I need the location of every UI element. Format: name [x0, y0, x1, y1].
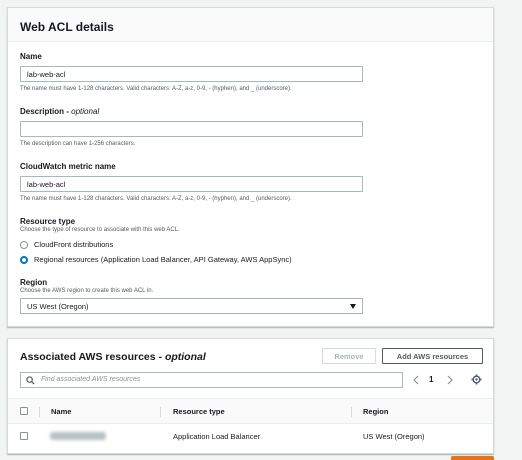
description-label: Description - optional — [20, 107, 100, 116]
region-hint: Choose the AWS region to create this web… — [20, 288, 154, 294]
row-checkbox[interactable] — [20, 432, 28, 440]
chevron-right-icon[interactable] — [447, 375, 453, 385]
column-header-region[interactable]: Region — [363, 407, 388, 416]
panel-header: Web ACL details — [8, 8, 493, 42]
metric-hint: The name must have 1-128 characters. Val… — [20, 196, 292, 202]
region-select-value: US West (Oregon) — [27, 302, 89, 311]
radio-label: CloudFront distributions — [34, 240, 114, 249]
region-select[interactable]: US West (Oregon) — [20, 298, 363, 314]
region-field-group: Region Choose the AWS region to create t… — [20, 278, 365, 314]
column-header-name[interactable]: Name — [51, 407, 71, 416]
row-region: US West (Oregon) — [363, 432, 425, 441]
redacted-resource-name — [50, 432, 106, 440]
add-aws-resources-button[interactable]: Add AWS resources — [382, 348, 483, 364]
name-hint: The name must have 1-128 characters. Val… — [20, 86, 292, 92]
chevron-left-icon[interactable] — [413, 375, 419, 385]
name-input[interactable]: lab-web-acl — [20, 66, 363, 82]
radio-cloudfront[interactable]: CloudFront distributions — [20, 240, 113, 249]
resource-type-group: Resource type Choose the type of resourc… — [20, 217, 365, 264]
select-all-checkbox[interactable] — [20, 407, 28, 415]
region-label: Region — [20, 278, 48, 287]
name-label: Name — [20, 52, 42, 61]
metric-name-input[interactable]: lab-web-acl — [20, 176, 363, 192]
metric-field-group: CloudWatch metric name lab-web-acl The n… — [20, 162, 365, 202]
panel-title: Web ACL details — [20, 20, 114, 34]
primary-button-edge[interactable] — [451, 456, 494, 460]
associated-resources-panel: Associated AWS resources - optional Remo… — [7, 338, 494, 454]
name-field-group: Name lab-web-acl The name must have 1-12… — [20, 52, 365, 92]
column-divider — [351, 407, 352, 417]
search-icon — [26, 376, 35, 385]
search-input[interactable]: Find associated AWS resources — [20, 372, 403, 388]
gear-icon[interactable] — [471, 374, 482, 385]
caret-down-icon — [350, 304, 356, 309]
column-divider — [39, 407, 40, 417]
table-header-row — [8, 398, 493, 424]
page-number[interactable]: 1 — [429, 375, 433, 384]
radio-label: Regional resources (Application Load Bal… — [34, 255, 292, 264]
description-field-group: Description - optional The description c… — [20, 107, 365, 147]
radio-button[interactable] — [20, 240, 28, 249]
search-placeholder: Find associated AWS resources — [41, 376, 141, 383]
description-hint: The description can have 1-256 character… — [20, 141, 136, 147]
column-divider — [160, 407, 161, 417]
optional-tag: optional — [71, 107, 100, 116]
column-header-resource-type[interactable]: Resource type — [173, 407, 225, 416]
description-input[interactable] — [20, 121, 363, 137]
radio-regional[interactable]: Regional resources (Application Load Bal… — [20, 255, 292, 264]
radio-button-selected[interactable] — [20, 255, 28, 264]
remove-button[interactable]: Remove — [322, 348, 376, 364]
web-acl-details-panel: Web ACL details Name lab-web-acl The nam… — [7, 7, 494, 327]
optional-tag: optional — [164, 351, 206, 363]
resources-title: Associated AWS resources - optional — [20, 351, 206, 363]
resource-type-label: Resource type — [20, 217, 76, 226]
resource-type-hint: Choose the type of resource to associate… — [20, 227, 180, 233]
metric-label: CloudWatch metric name — [20, 162, 116, 171]
row-resource-type: Application Load Balancer — [173, 432, 261, 441]
